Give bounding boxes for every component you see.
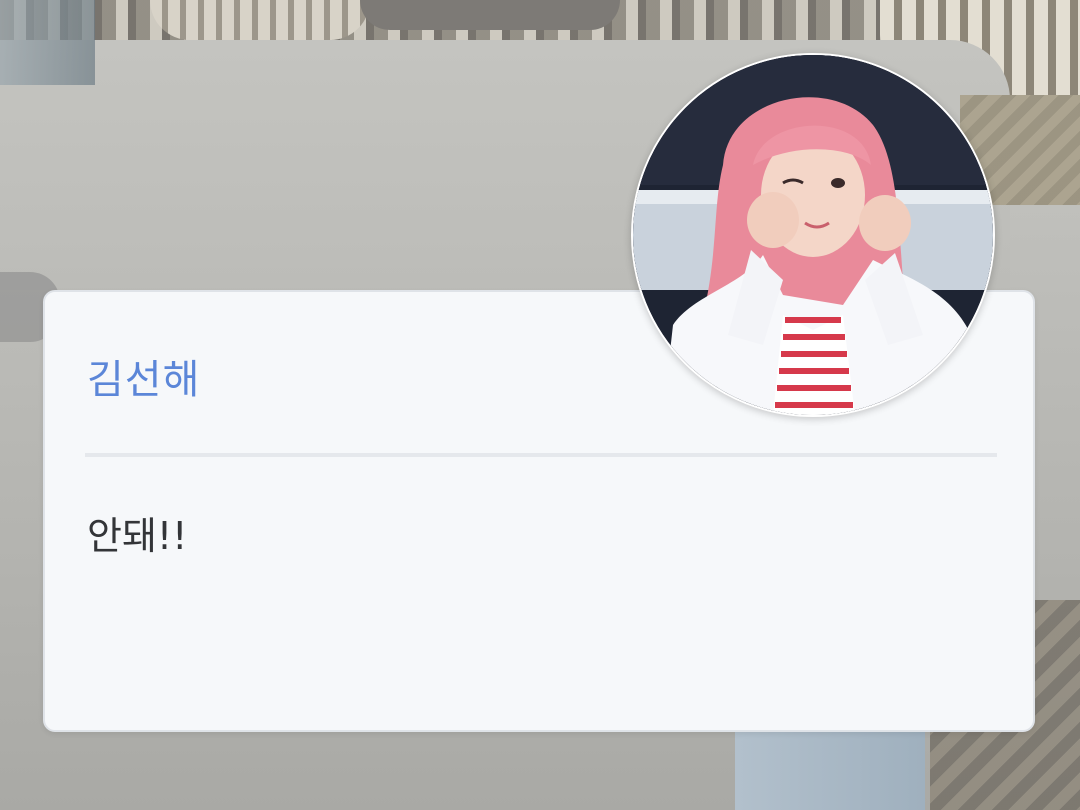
- background-left-edge: [0, 0, 95, 85]
- character-avatar: [631, 53, 995, 417]
- background-pillow-middle: [360, 0, 620, 30]
- dialogue-message: 안돼!!: [87, 514, 188, 558]
- game-scene: 김선해 안돼!!: [0, 0, 1080, 810]
- speaker-name: 김선해: [87, 357, 201, 403]
- background-pillow-left: [150, 0, 370, 40]
- character-portrait-icon: [633, 55, 993, 415]
- dialogue-divider: [85, 453, 997, 457]
- background-legs: [735, 730, 925, 810]
